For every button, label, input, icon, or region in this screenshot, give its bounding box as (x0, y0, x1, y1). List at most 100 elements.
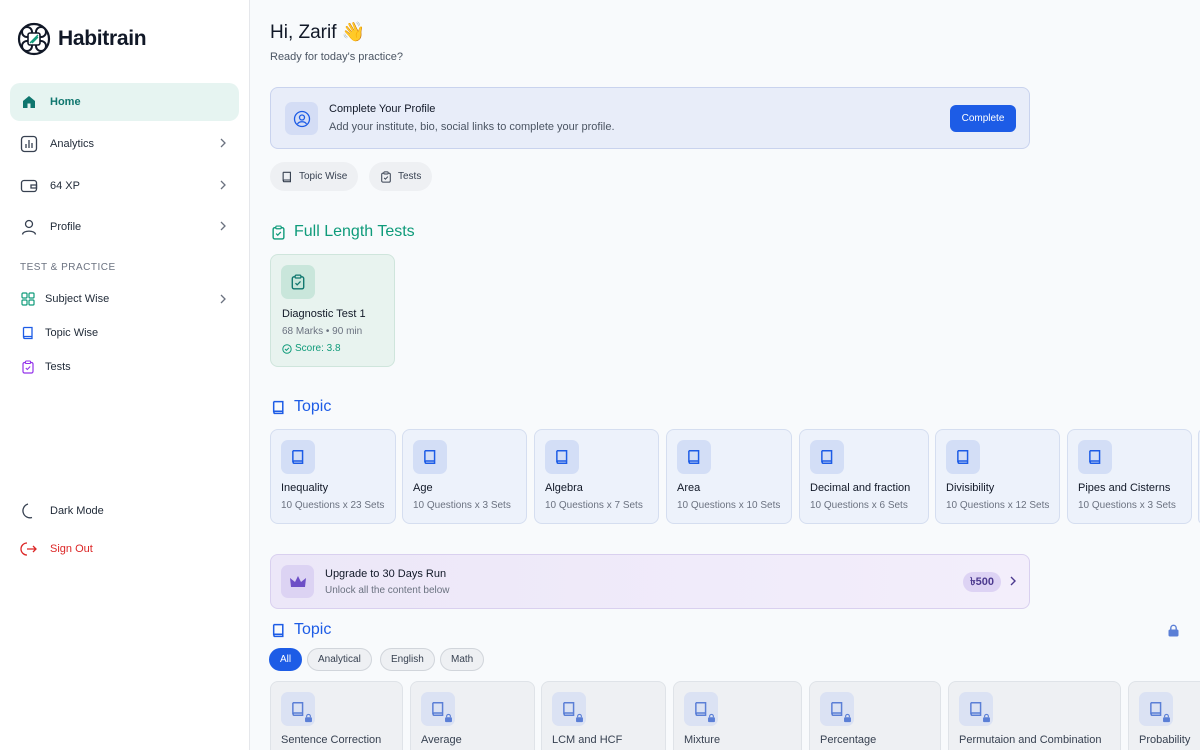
locked-topic-card[interactable]: Percentage (809, 681, 941, 750)
book-icon (413, 440, 447, 474)
dark-mode-toggle[interactable]: Dark Mode (10, 492, 239, 530)
book-icon (272, 623, 284, 637)
topic-card[interactable]: Pipes and Cisterns 10 Questions x 3 Sets (1067, 429, 1192, 524)
upgrade-banner[interactable]: Upgrade to 30 Days Run Unlock all the co… (270, 554, 1030, 609)
sidebar-item-label: Subject Wise (45, 293, 110, 305)
chip-topic-wise[interactable]: Topic Wise (270, 162, 359, 191)
locked-card-title: Probability (1139, 734, 1191, 746)
clipboard-icon (272, 224, 285, 240)
clipboard-icon (381, 170, 391, 183)
moon-icon (20, 502, 38, 520)
topic-card[interactable]: Decimal and fraction 10 Questions x 6 Se… (799, 429, 929, 524)
check-circle-icon (282, 343, 292, 354)
locked-card-title: Percentage (820, 734, 877, 746)
locked-topic-card[interactable]: LCM and HCF (541, 681, 666, 750)
filter-math[interactable]: Math (440, 648, 485, 671)
chip-label: Tests (398, 171, 422, 182)
page-title: Hi, Zarif 👋 (270, 22, 366, 43)
lock-icon (305, 713, 312, 723)
locked-card-title: Sentence Correction (281, 734, 382, 746)
topic-card-meta: 10 Questions x 6 Sets (810, 500, 908, 511)
book-icon (20, 326, 35, 341)
filter-english[interactable]: English (380, 648, 435, 671)
page-subtitle: Ready for today's practice? (270, 51, 403, 63)
chevron-right-icon (220, 221, 226, 231)
test-card-diagnostic[interactable]: Diagnostic Test 1 68 Marks • 90 min Scor… (270, 254, 395, 367)
locked-topic-card[interactable]: Probability (1128, 681, 1200, 750)
sign-out-icon (20, 540, 38, 558)
filter-analytical[interactable]: Analytical (307, 648, 372, 671)
home-icon (20, 93, 38, 111)
topic-heading: Topic (271, 398, 331, 416)
filter-all[interactable]: All (269, 648, 303, 671)
main-content: Hi, Zarif 👋 Ready for today's practice? … (250, 0, 1200, 750)
test-card-title: Diagnostic Test 1 (282, 308, 366, 320)
sidebar-item-analytics[interactable]: Analytics (10, 125, 239, 163)
topic-card-title: Age (413, 482, 433, 494)
sidebar-item-label: Tests (45, 361, 71, 373)
lock-icon (576, 713, 583, 723)
clipboard-icon (281, 265, 315, 299)
chart-icon (20, 135, 38, 153)
locked-topic-card[interactable]: Mixture (673, 681, 802, 750)
sidebar-item-label: Profile (50, 221, 82, 233)
score-label: Score: 3.8 (295, 343, 341, 354)
book-icon (677, 440, 711, 474)
grid-icon (20, 292, 35, 307)
sidebar-item-label: Topic Wise (45, 327, 99, 339)
profile-card-title: Complete Your Profile (329, 103, 436, 115)
wallet-icon (20, 177, 38, 195)
chip-tests[interactable]: Tests (369, 162, 433, 191)
lock-icon (1163, 713, 1170, 723)
brain-logo-icon (17, 22, 51, 56)
sidebar-item-subject-wise[interactable]: Subject Wise (20, 287, 239, 311)
sign-out-label: Sign Out (50, 543, 93, 555)
topic-card[interactable]: Algebra 10 Questions x 7 Sets (534, 429, 659, 524)
locked-card-title: LCM and HCF (552, 734, 623, 746)
topic-card-title: Decimal and fraction (810, 482, 911, 494)
upgrade-subtitle: Unlock all the content below (325, 585, 450, 596)
sidebar-item-tests[interactable]: Tests (20, 355, 239, 379)
locked-topic-card[interactable]: Sentence Correction (270, 681, 403, 750)
section-title: Full Length Tests (294, 223, 415, 240)
book-icon (281, 440, 315, 474)
lock-icon (1168, 624, 1179, 637)
book-icon (810, 440, 844, 474)
section-label-test-practice: TEST & PRACTICE (20, 262, 116, 273)
book-icon (282, 171, 291, 182)
locked-topic-card[interactable]: Average (410, 681, 535, 750)
complete-profile-button[interactable]: Complete (950, 105, 1016, 132)
upgrade-price-badge: ৳500 (963, 572, 1001, 592)
book-icon (272, 400, 284, 414)
section-title: Topic (294, 621, 332, 638)
test-card-meta: 68 Marks • 90 min (282, 326, 363, 337)
clipboard-icon (20, 360, 35, 375)
sidebar-item-topic-wise[interactable]: Topic Wise (20, 321, 239, 345)
book-icon (1078, 440, 1112, 474)
lock-icon (983, 713, 990, 723)
locked-topic-heading: Topic (271, 621, 331, 639)
topic-card-meta: 10 Questions x 7 Sets (545, 500, 643, 511)
chevron-right-icon (1010, 576, 1016, 586)
app-name: Habitrain (58, 27, 147, 50)
topic-card-title: Inequality (281, 482, 329, 494)
sidebar-item-home[interactable]: Home (10, 83, 239, 121)
sidebar-item-profile[interactable]: Profile (10, 208, 239, 246)
sidebar-item-label: Analytics (50, 138, 95, 150)
sidebar-item-xp[interactable]: 64 XP (10, 167, 239, 205)
topic-card[interactable]: Inequality 10 Questions x 23 Sets (270, 429, 396, 524)
locked-card-title: Mixture (684, 734, 721, 746)
chevron-right-icon (220, 138, 226, 148)
lock-icon (708, 713, 715, 723)
chip-label: Topic Wise (299, 171, 348, 182)
sign-out-button[interactable]: Sign Out (10, 530, 239, 568)
topic-card[interactable]: Divisibility 10 Questions x 12 Sets (935, 429, 1060, 524)
crown-icon (281, 565, 314, 598)
topic-card[interactable]: Age 10 Questions x 3 Sets (402, 429, 527, 524)
locked-topic-card[interactable]: Permutaion and Combination (948, 681, 1121, 750)
locked-card-title: Average (421, 734, 462, 746)
user-circle-icon (285, 102, 318, 135)
app-logo[interactable]: Habitrain (16, 21, 147, 57)
topic-card-title: Algebra (545, 482, 583, 494)
topic-card[interactable]: Area 10 Questions x 10 Sets (666, 429, 792, 524)
